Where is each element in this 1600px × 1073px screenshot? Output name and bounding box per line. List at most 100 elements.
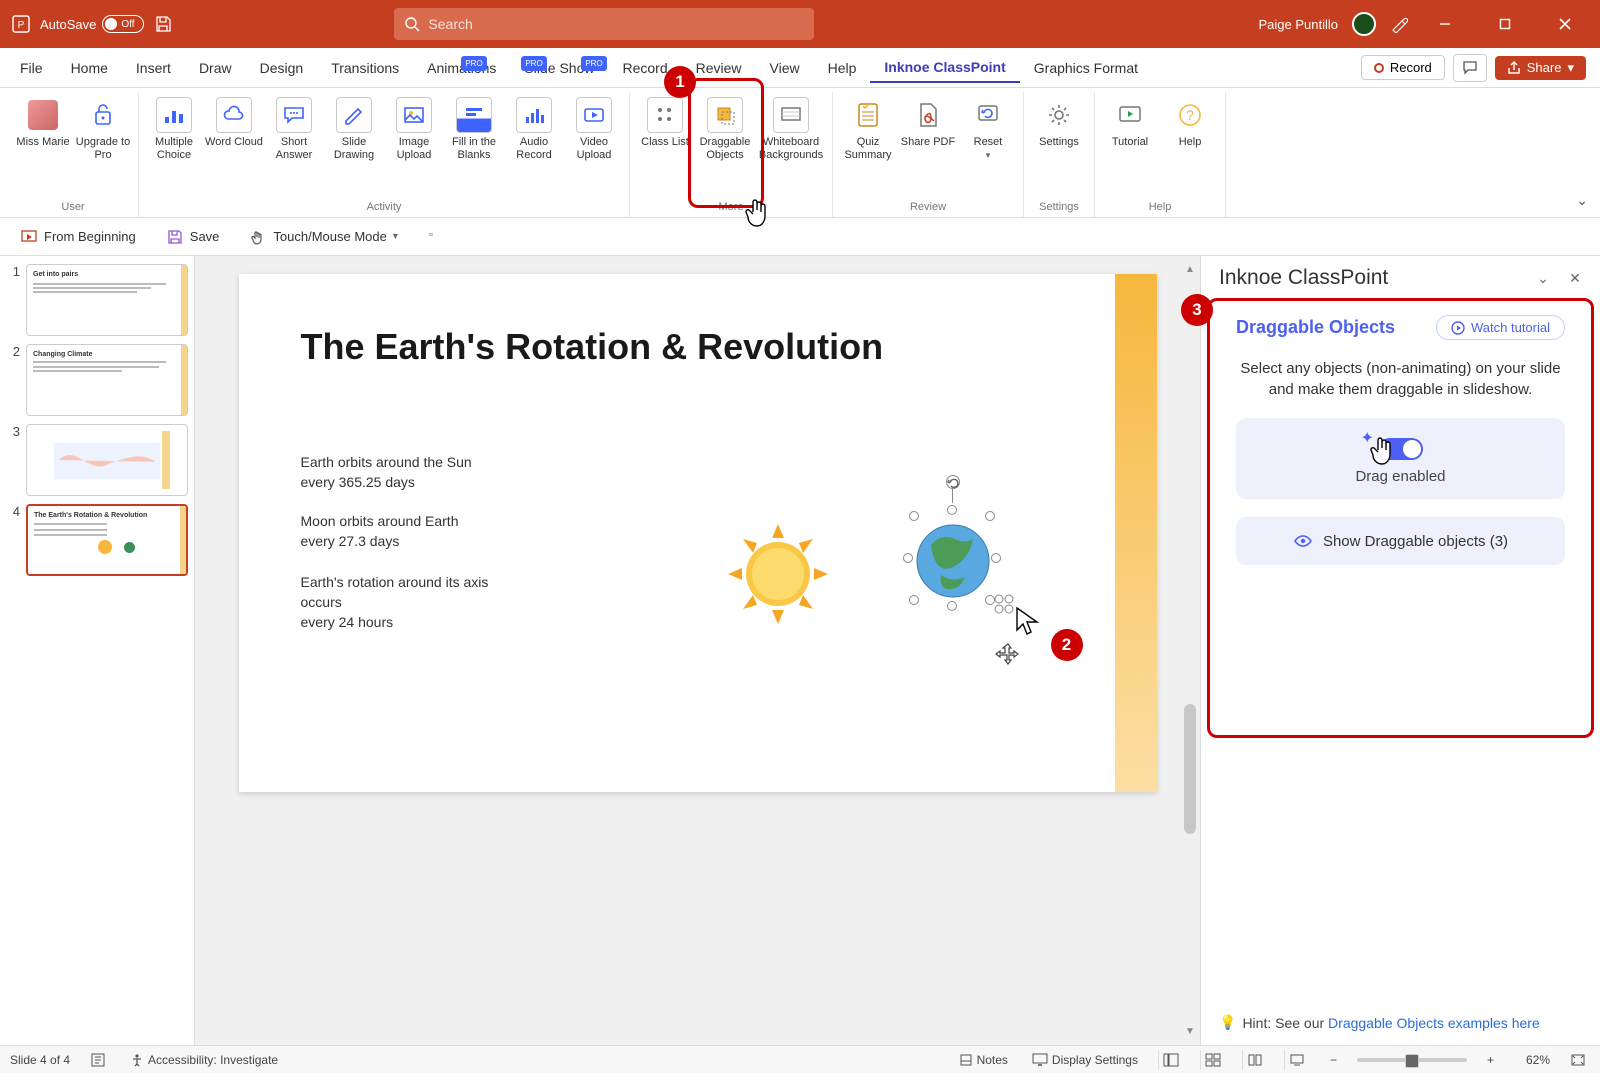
hint-link[interactable]: Draggable Objects examples here <box>1328 1015 1540 1031</box>
user-name[interactable]: Paige Puntillo <box>1258 17 1338 32</box>
menu-insert[interactable]: Insert <box>122 54 185 82</box>
cursor-icon <box>1014 606 1040 636</box>
comments-button[interactable] <box>1453 54 1487 82</box>
fill-blanks-button[interactable]: PRO Fill in the Blanks <box>445 92 503 166</box>
class-list-button[interactable]: Class List <box>636 92 694 166</box>
save-icon[interactable] <box>154 15 172 33</box>
slide-counter[interactable]: Slide 4 of 4 <box>10 1053 70 1067</box>
search-box[interactable] <box>394 8 814 40</box>
menu-transitions[interactable]: Transitions <box>317 54 413 82</box>
slide-text-2[interactable]: Moon orbits around Earthevery 27.3 days <box>301 511 459 551</box>
menu-home[interactable]: Home <box>57 54 122 82</box>
vertical-scrollbar[interactable]: ▲ ▼ <box>1182 264 1198 1037</box>
thumb-row[interactable]: 2 Changing Climate <box>6 344 188 416</box>
autosave-toggle[interactable]: AutoSave Off <box>40 15 144 33</box>
settings-button[interactable]: Settings <box>1030 92 1088 153</box>
share-pdf-button[interactable]: Share PDF <box>899 92 957 166</box>
slide-title[interactable]: The Earth's Rotation & Revolution <box>301 326 884 368</box>
reading-view-button[interactable] <box>1242 1050 1268 1070</box>
search-input[interactable] <box>428 16 804 32</box>
status-bar: Slide 4 of 4 Accessibility: Investigate … <box>0 1045 1600 1073</box>
slideshow-view-button[interactable] <box>1284 1050 1310 1070</box>
menu-inknoe-classpoint[interactable]: Inknoe ClassPoint <box>870 53 1019 83</box>
slide-editor-area[interactable]: The Earth's Rotation & Revolution Earth … <box>195 256 1200 1045</box>
menu-draw[interactable]: Draw <box>185 54 246 82</box>
reset-button[interactable]: Reset ▾ <box>959 92 1017 166</box>
ribbon-collapse-button[interactable]: ⌄ <box>1576 192 1588 209</box>
display-settings-button[interactable]: Display Settings <box>1028 1051 1142 1069</box>
video-upload-button[interactable]: PRO Video Upload <box>565 92 623 166</box>
group-label-user: User <box>61 199 84 217</box>
resize-handle[interactable] <box>909 511 919 521</box>
resize-handle[interactable] <box>991 553 1001 563</box>
resize-handle[interactable] <box>947 505 957 515</box>
menu-design[interactable]: Design <box>246 54 318 82</box>
draggable-objects-button[interactable]: Draggable Objects <box>696 92 754 166</box>
thumb-row[interactable]: 1 Get into pairs <box>6 264 188 336</box>
slide-canvas[interactable]: The Earth's Rotation & Revolution Earth … <box>239 274 1157 792</box>
maximize-button[interactable] <box>1482 8 1528 40</box>
menu-view[interactable]: View <box>756 54 814 82</box>
save-button[interactable]: Save <box>160 224 226 250</box>
slide-thumb-4[interactable]: The Earth's Rotation & Revolution <box>26 504 188 576</box>
audio-record-button[interactable]: PRO Audio Record <box>505 92 563 166</box>
show-draggable-button[interactable]: Show Draggable objects (3) <box>1236 517 1565 565</box>
zoom-level[interactable]: 62% <box>1514 1053 1550 1067</box>
notes-button[interactable]: Notes <box>955 1051 1012 1069</box>
panel-collapse-button[interactable]: ⌄ <box>1532 267 1554 289</box>
normal-view-button[interactable] <box>1158 1050 1184 1070</box>
app-icon: P <box>12 15 30 33</box>
menu-file[interactable]: File <box>6 54 57 82</box>
fit-window-button[interactable] <box>1566 1051 1590 1069</box>
share-button[interactable]: Share ▾ <box>1495 56 1586 80</box>
whiteboard-backgrounds-button[interactable]: Whiteboard Backgrounds <box>756 92 826 166</box>
slide-thumb-1[interactable]: Get into pairs <box>26 264 188 336</box>
tutorial-button[interactable]: Tutorial <box>1101 92 1159 153</box>
slide-text-1[interactable]: Earth orbits around the Sunevery 365.25 … <box>301 452 472 492</box>
rotate-handle[interactable] <box>946 475 960 489</box>
panel-close-button[interactable]: ✕ <box>1564 267 1586 289</box>
resize-handle[interactable] <box>909 595 919 605</box>
sorter-view-button[interactable] <box>1200 1050 1226 1070</box>
menu-help[interactable]: Help <box>814 54 871 82</box>
slide-thumb-2[interactable]: Changing Climate <box>26 344 188 416</box>
short-answer-button[interactable]: Short Answer <box>265 92 323 166</box>
zoom-in-button[interactable]: + <box>1483 1051 1498 1069</box>
slide-drawing-button[interactable]: Slide Drawing <box>325 92 383 166</box>
zoom-slider[interactable] <box>1357 1058 1467 1062</box>
resize-handle[interactable] <box>985 511 995 521</box>
multiple-choice-button[interactable]: Multiple Choice <box>145 92 203 166</box>
quiz-summary-button[interactable]: Quiz Summary <box>839 92 897 166</box>
save-icon <box>166 228 184 246</box>
touch-mouse-button[interactable]: Touch/Mouse Mode ▾ <box>243 224 403 250</box>
text-direction-button[interactable] <box>86 1050 110 1070</box>
from-beginning-button[interactable]: From Beginning <box>14 224 142 250</box>
menu-graphics-format[interactable]: Graphics Format <box>1020 54 1152 82</box>
zoom-out-button[interactable]: − <box>1326 1051 1341 1069</box>
help-button[interactable]: ? Help <box>1161 92 1219 153</box>
earth-graphic-selected[interactable] <box>891 497 1015 635</box>
panel-description: Select any objects (non-animating) on yo… <box>1236 358 1565 400</box>
slide-thumbnails-pane[interactable]: 1 Get into pairs 2 Changing Climate 3 <box>0 256 195 1045</box>
slide-thumb-3[interactable] <box>26 424 188 496</box>
ribbon-group-review: Quiz Summary Share PDF Reset ▾ Review <box>833 92 1024 217</box>
miss-marie-button[interactable]: Miss Marie <box>14 92 72 166</box>
resize-handle[interactable] <box>947 601 957 611</box>
resize-handle[interactable] <box>903 553 913 563</box>
record-button[interactable]: Record <box>1361 55 1445 80</box>
word-cloud-button[interactable]: Word Cloud <box>205 92 263 166</box>
image-upload-button[interactable]: Image Upload <box>385 92 443 166</box>
slide-text-3[interactable]: Earth's rotation around its axis occurse… <box>301 572 521 632</box>
connector-handle[interactable] <box>993 593 1015 615</box>
avatar[interactable] <box>1352 12 1376 36</box>
quick-tools-icon[interactable] <box>1390 15 1408 33</box>
close-button[interactable] <box>1542 8 1588 40</box>
accessibility-button[interactable]: Accessibility: Investigate <box>126 1051 282 1069</box>
overflow-icon[interactable]: ⁼ <box>422 228 440 246</box>
sun-graphic[interactable] <box>724 520 832 628</box>
watch-tutorial-button[interactable]: Watch tutorial <box>1436 315 1565 340</box>
minimize-button[interactable] <box>1422 8 1468 40</box>
thumb-row[interactable]: 4 The Earth's Rotation & Revolution <box>6 504 188 576</box>
upgrade-pro-button[interactable]: Upgrade to Pro <box>74 92 132 166</box>
thumb-row[interactable]: 3 <box>6 424 188 496</box>
